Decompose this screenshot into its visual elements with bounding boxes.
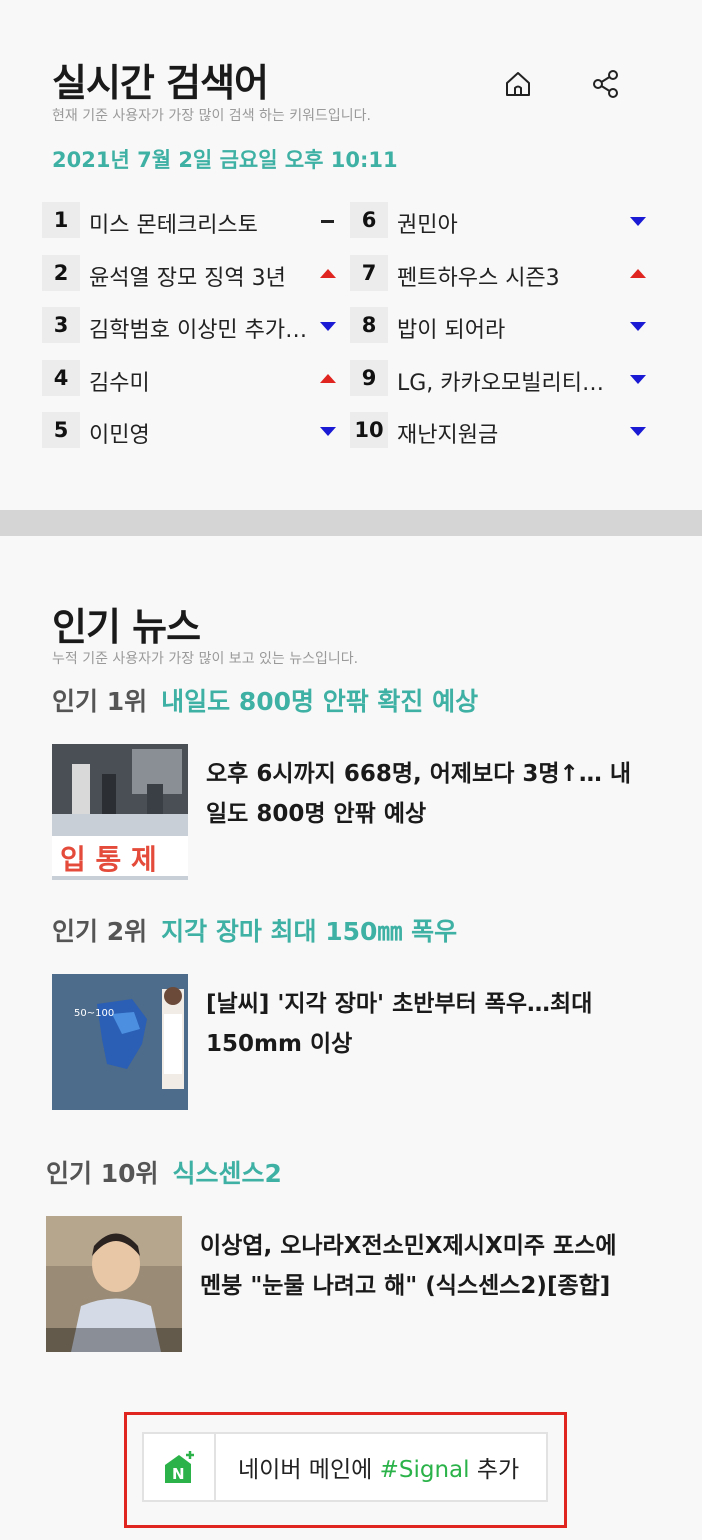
- cta-label: 네이버 메인에 #Signal 추가: [238, 1450, 519, 1484]
- news-rank: 인기 2위: [52, 917, 148, 946]
- news-thumbnail: 입 통 제: [52, 744, 188, 880]
- section-divider: [0, 510, 702, 536]
- keyword-item[interactable]: 6 권민아: [350, 202, 650, 255]
- add-to-naver-main-button[interactable]: N 네이버 메인에 #Signal 추가: [142, 1432, 548, 1502]
- news-keyword-link[interactable]: 지각 장마 최대 150㎜ 폭우: [161, 917, 457, 946]
- realtime-title: 실시간 검색어: [52, 61, 269, 105]
- news-thumb-text: 50~100: [74, 1008, 114, 1019]
- trend-up-icon: [630, 268, 646, 279]
- news-headline: 이상엽, 오나라X전소민X제시X미주 포스에 멘붕 "눈물 나려고 해" (식스…: [200, 1233, 617, 1299]
- news-item: 인기 2위 지각 장마 최대 150㎜ 폭우 50~100 [날씨] '지각 장마…: [52, 912, 702, 1110]
- trend-down-icon: [630, 216, 646, 226]
- news-keyword-link[interactable]: 식스센스2: [173, 1159, 282, 1188]
- realtime-section: 실시간 검색어 현재 기준 사용자가 가장 많이 검색 하는 키워드입니다. 2…: [0, 0, 702, 510]
- news-rank: 인기 10위: [46, 1159, 159, 1188]
- keyword-rank: 8: [350, 307, 388, 343]
- realtime-subtitle: 현재 기준 사용자가 가장 많이 검색 하는 키워드입니다.: [52, 108, 371, 124]
- news-article-link[interactable]: 이상엽, 오나라X전소민X제시X미주 포스에 멘붕 "눈물 나려고 해" (식스…: [46, 1216, 696, 1352]
- keyword-rank: 6: [350, 202, 388, 238]
- cta-suffix: 추가: [469, 1457, 520, 1483]
- keyword-rank: 7: [350, 254, 388, 291]
- keyword-text: 펜트하우스 시즌3: [397, 265, 560, 291]
- trend-down-icon: [320, 321, 336, 331]
- keyword-item[interactable]: 5 이민영: [42, 412, 342, 465]
- trend-down-icon: [320, 426, 336, 436]
- keyword-text: 밥이 되어라: [397, 318, 506, 343]
- news-rank: 인기 1위: [52, 687, 148, 716]
- keyword-rank: 1: [42, 202, 80, 238]
- keyword-item[interactable]: 2 윤석열 장모 징역 3년: [42, 254, 342, 308]
- keyword-item[interactable]: 7 펜트하우스 시즌3: [350, 254, 650, 308]
- cta-prefix: 네이버 메인에: [238, 1457, 380, 1483]
- home-icon[interactable]: [502, 68, 534, 100]
- keyword-item[interactable]: 10 재난지원금: [350, 412, 650, 465]
- keyword-text: 미스 몬테크리스토: [89, 213, 258, 238]
- keyword-item[interactable]: 1 미스 몬테크리스토: [42, 202, 342, 255]
- realtime-datetime: 2021년 7월 2일 금요일 오후 10:11: [52, 148, 398, 172]
- keyword-text: 윤석열 장모 징역 3년: [89, 265, 286, 291]
- keyword-rank: 10: [350, 412, 388, 448]
- keyword-item[interactable]: 4 김수미: [42, 359, 342, 413]
- keyword-rank: 3: [42, 307, 80, 343]
- news-article-link[interactable]: 50~100 [날씨] '지각 장마' 초반부터 폭우…최대 150mm 이상: [52, 974, 702, 1110]
- share-icon[interactable]: [590, 68, 622, 100]
- keyword-item[interactable]: 3 김학범호 이상민 추가 발탁: [42, 307, 342, 360]
- news-subtitle: 누적 기준 사용자가 가장 많이 보고 있는 뉴스입니다.: [52, 651, 359, 667]
- news-title: 인기 뉴스: [52, 605, 201, 649]
- keyword-rank: 5: [42, 412, 80, 448]
- news-item: 인기 1위 내일도 800명 안팎 확진 예상 입 통 제 오후 6시까지 668…: [52, 682, 702, 880]
- news-headline: [날씨] '지각 장마' 초반부터 폭우…최대 150mm 이상: [206, 991, 593, 1057]
- cta-highlight: #Signal: [379, 1457, 470, 1483]
- keyword-list-left: 1 미스 몬테크리스토 2 윤석열 장모 징역 3년 3 김학범호 이상민 추가…: [42, 202, 342, 465]
- keyword-rank: 9: [350, 359, 388, 396]
- trend-up-icon: [320, 268, 336, 279]
- keyword-item[interactable]: 8 밥이 되어라: [350, 307, 650, 360]
- keyword-text: LG, 카카오모빌리티에 투자: [397, 370, 619, 396]
- keyword-text: 재난지원금: [397, 423, 499, 448]
- keyword-rank: 4: [42, 359, 80, 396]
- news-thumbnail: [46, 1216, 182, 1352]
- news-thumb-text: 입 통 제: [60, 843, 157, 876]
- news-article-link[interactable]: 입 통 제 오후 6시까지 668명, 어제보다 3명↑… 내일도 800명 안…: [52, 744, 702, 880]
- news-keyword-link[interactable]: 내일도 800명 안팎 확진 예상: [161, 687, 478, 716]
- news-item: 인기 10위 식스센스2 이상엽, 오나라X전소민X제시X미주 포스에 멘붕 "눈…: [46, 1154, 696, 1352]
- news-section: 인기 뉴스 누적 기준 사용자가 가장 많이 보고 있는 뉴스입니다. 인기 1…: [0, 536, 702, 1540]
- trend-down-icon: [630, 426, 646, 436]
- svg-text:N: N: [172, 1465, 185, 1483]
- keyword-text: 김학범호 이상민 추가 발탁: [89, 318, 311, 343]
- trend-same-icon: [320, 216, 336, 226]
- keyword-text: 권민아: [397, 213, 458, 238]
- news-headline: 오후 6시까지 668명, 어제보다 3명↑… 내일도 800명 안팎 예상: [206, 761, 631, 827]
- trend-down-icon: [630, 321, 646, 331]
- keyword-text: 김수미: [89, 370, 150, 396]
- keyword-rank: 2: [42, 254, 80, 291]
- keyword-text: 이민영: [89, 423, 150, 448]
- trend-down-icon: [630, 374, 646, 384]
- news-thumbnail: 50~100: [52, 974, 188, 1110]
- naver-add-icon: N: [144, 1434, 216, 1500]
- trend-up-icon: [320, 373, 336, 384]
- keyword-list-right: 6 권민아 7 펜트하우스 시즌3 8 밥이 되어라 9 LG, 카카오모빌리티…: [350, 202, 650, 465]
- keyword-item[interactable]: 9 LG, 카카오모빌리티에 투자: [350, 359, 650, 413]
